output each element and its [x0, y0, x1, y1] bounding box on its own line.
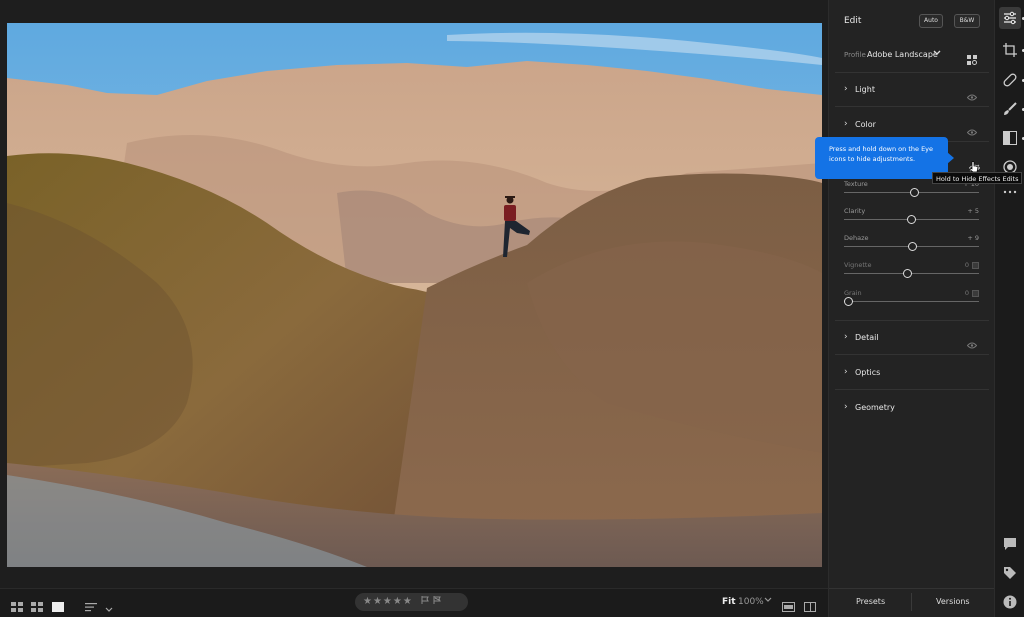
slider-knob[interactable]: [903, 269, 913, 278]
bw-button[interactable]: B&W: [954, 14, 980, 28]
eye-icon[interactable]: [966, 121, 978, 140]
section-label: Color: [855, 120, 876, 129]
tool-strip: [994, 0, 1024, 617]
gradient-icon[interactable]: [1002, 130, 1018, 146]
slider-label: Vignette: [844, 261, 872, 269]
versions-tab[interactable]: Versions: [936, 597, 970, 606]
edit-sliders-icon[interactable]: [1002, 10, 1018, 26]
brush-icon[interactable]: [1002, 101, 1018, 117]
flag-pick-icon[interactable]: [421, 596, 433, 607]
grain-options-icon[interactable]: [972, 289, 979, 297]
dehaze-slider[interactable]: Dehaze + 9: [844, 234, 979, 258]
chevron-right-icon[interactable]: ›: [844, 402, 848, 412]
coach-mark-tooltip: Press and hold down on the Eye icons to …: [815, 137, 948, 179]
presets-tab[interactable]: Presets: [856, 597, 885, 606]
divider: [911, 593, 912, 611]
slider-value-wrap: 0: [965, 289, 979, 297]
photo-canvas-area: [0, 0, 828, 588]
section-optics[interactable]: › Optics: [844, 367, 984, 381]
slider-label: Clarity: [844, 207, 866, 215]
slider-value-wrap: 0: [965, 261, 979, 269]
rating-flag-bar[interactable]: ★★★★★: [355, 593, 468, 611]
profile-chevron-down-icon[interactable]: [933, 49, 941, 58]
compare-split-icon[interactable]: [804, 597, 816, 616]
slider-knob[interactable]: [844, 297, 853, 306]
slider-label: Texture: [844, 180, 868, 188]
tag-icon[interactable]: [1002, 565, 1018, 581]
slider-knob[interactable]: [909, 188, 919, 197]
slider-value[interactable]: 0: [965, 289, 969, 297]
profile-browser-icon[interactable]: [967, 50, 977, 69]
hover-tooltip: Hold to Hide Effects Edits: [932, 172, 1023, 184]
slider-knob[interactable]: [908, 242, 918, 251]
zoom-chevron-down-icon[interactable]: [764, 596, 772, 606]
divider: [835, 106, 989, 107]
crop-icon[interactable]: [1002, 42, 1018, 58]
healing-icon[interactable]: [1002, 72, 1018, 88]
slider-label: Grain: [844, 289, 862, 297]
sort-icon[interactable]: [85, 597, 97, 616]
fit-zoom-button[interactable]: Fit: [722, 597, 736, 607]
chevron-right-icon[interactable]: ›: [844, 332, 848, 342]
flag-reject-icon[interactable]: [433, 596, 442, 607]
section-label: Geometry: [855, 403, 895, 412]
vignette-options-icon[interactable]: [972, 261, 979, 269]
clarity-slider[interactable]: Clarity + 5: [844, 207, 979, 231]
grain-slider[interactable]: Grain 0: [844, 289, 979, 313]
divider: [835, 354, 989, 355]
auto-button[interactable]: Auto: [919, 14, 943, 28]
panel-footer: [829, 588, 995, 617]
section-color[interactable]: › Color: [844, 119, 984, 136]
edit-panel: Edit Auto B&W Profile Adobe Landscape › …: [828, 0, 995, 617]
zoom-level[interactable]: 100%: [738, 597, 764, 607]
more-icon[interactable]: [1002, 184, 1018, 200]
slider-track[interactable]: [844, 301, 979, 302]
slider-value[interactable]: + 5: [967, 207, 979, 215]
slider-knob[interactable]: [907, 215, 916, 224]
section-geometry[interactable]: › Geometry: [844, 402, 984, 416]
square-grid-view-icon[interactable]: [31, 597, 43, 616]
chevron-right-icon[interactable]: ›: [844, 119, 848, 129]
chevron-right-icon[interactable]: ›: [844, 367, 848, 377]
slider-value[interactable]: + 9: [967, 234, 979, 242]
eye-icon[interactable]: [966, 334, 978, 353]
eye-icon[interactable]: [966, 86, 978, 105]
vignette-slider[interactable]: Vignette 0: [844, 261, 979, 285]
profile-select[interactable]: Adobe Landscape: [867, 50, 938, 59]
section-light[interactable]: › Light: [844, 84, 984, 101]
photo-image[interactable]: [7, 23, 822, 567]
divider: [835, 389, 989, 390]
comment-icon[interactable]: [1002, 536, 1018, 552]
info-icon[interactable]: [1002, 594, 1018, 610]
section-label: Optics: [855, 368, 881, 377]
grid-view-icon[interactable]: [11, 597, 23, 616]
section-label: Light: [855, 85, 875, 94]
slider-label: Dehaze: [844, 234, 869, 242]
sort-chevron-down-icon[interactable]: [105, 598, 113, 617]
star-rating[interactable]: ★★★★★: [363, 596, 413, 607]
profile-label: Profile: [844, 51, 866, 59]
slider-value[interactable]: 0: [965, 261, 969, 269]
before-after-icon[interactable]: [782, 597, 795, 616]
divider: [835, 320, 989, 321]
chevron-right-icon[interactable]: ›: [844, 84, 848, 94]
panel-title: Edit: [844, 16, 862, 26]
divider: [835, 72, 989, 73]
section-label: Detail: [855, 333, 879, 342]
coach-mark-arrow: [947, 152, 954, 164]
section-detail[interactable]: › Detail: [844, 332, 984, 349]
detail-view-icon[interactable]: [52, 597, 64, 616]
